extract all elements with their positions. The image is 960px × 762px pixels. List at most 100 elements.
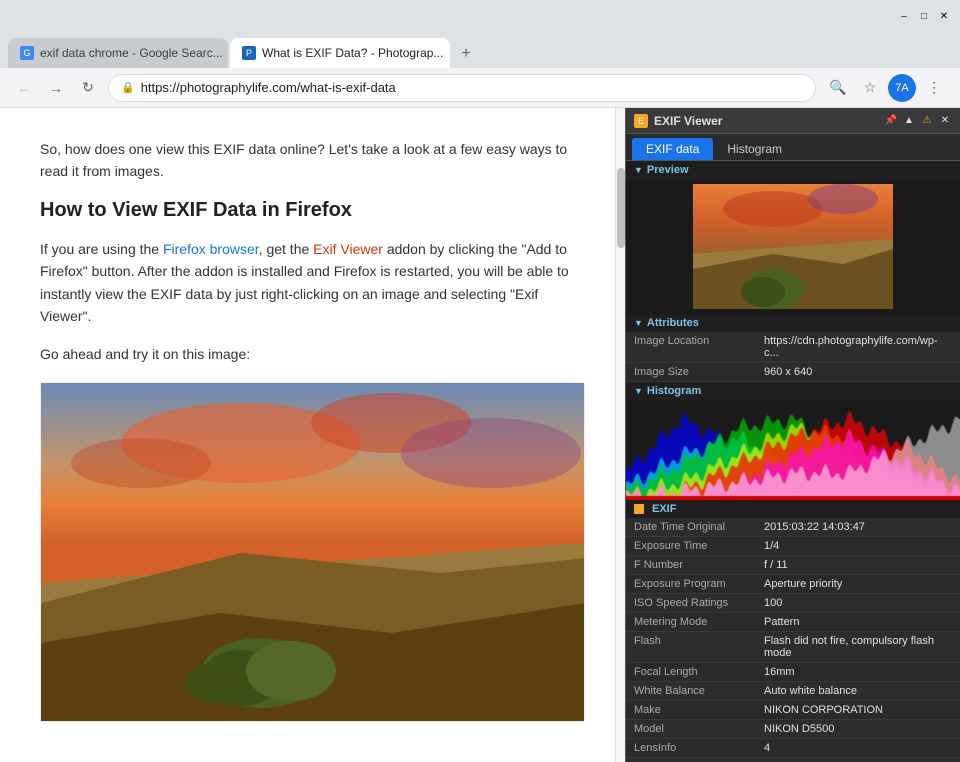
alert-icon: ⚠ [920,114,934,128]
preview-image [693,184,893,309]
tab-1[interactable]: G exif data chrome - Google Searc... ✕ [8,38,228,68]
exif-label-8: White Balance [634,685,764,697]
exif-value-5: Pattern [764,616,952,628]
exif-body[interactable]: ▼ Preview [626,161,960,762]
url-bar[interactable]: 🔒 https://photographylife.com/what-is-ex… [108,74,816,102]
exif-label: EXIF [652,503,676,515]
maximize-button[interactable]: □ [916,8,932,24]
exif-row-5: Metering ModePattern [626,613,960,632]
histogram-canvas [626,400,960,500]
exif-preview-area [626,179,960,314]
attributes-section-header[interactable]: ▼ Attributes [626,314,960,332]
star-icon[interactable]: ☆ [856,74,884,102]
scrollbar-track[interactable] [615,108,625,762]
histogram-label: Histogram [647,385,701,397]
preview-section-header[interactable]: ▼ Preview [626,161,960,179]
profile-icon[interactable]: 7A [888,74,916,102]
attributes-arrow: ▼ [634,318,643,328]
lock-icon: 🔒 [121,81,135,94]
exif-label-10: Model [634,723,764,735]
exif-title-controls: 📌 ▲ ⚠ ✕ [884,114,952,128]
exif-label-11: LensInfo [634,742,764,754]
exif-logo-icon: E [634,114,648,128]
back-button[interactable]: ← [12,76,36,100]
tab-2[interactable]: P What is EXIF Data? - Photograp... ✕ [230,38,450,68]
body-paragraph: If you are using the Firefox browser, ge… [40,238,575,328]
exif-label-3: Exposure Program [634,578,764,590]
main-heading: How to View EXIF Data in Firefox [40,199,575,222]
scrollbar-thumb[interactable] [617,168,625,248]
exif-label-5: Metering Mode [634,616,764,628]
menu-icon[interactable]: ⋮ [920,74,948,102]
attr-value-location: https://cdn.photographylife.com/wp-c... [764,335,952,359]
exif-label-0: Date Time Original [634,521,764,533]
exif-close-button[interactable]: ✕ [938,114,952,128]
exif-label-4: ISO Speed Ratings [634,597,764,609]
exif-value-2: f / 11 [764,559,952,571]
window-controls: – □ ✕ [896,8,952,24]
preview-svg [693,184,893,309]
exif-section-icon [634,504,644,514]
new-tab-button[interactable]: + [452,40,480,68]
attr-label-location: Image Location [634,335,764,359]
exif-label-7: Focal Length [634,666,764,678]
exif-viewer-link[interactable]: Exif Viewer [313,241,383,257]
close-button[interactable]: ✕ [936,8,952,24]
tab2-favicon: P [242,46,256,60]
landscape-svg [41,383,585,722]
exif-row-12: LensModel16.0-28.0 mm f/2.8 [626,758,960,762]
minimize-button[interactable]: – [896,8,912,24]
exif-value-6: Flash did not fire, compulsory flash mod… [764,635,952,659]
histogram-arrow: ▼ [634,386,643,396]
exif-row-6: FlashFlash did not fire, compulsory flas… [626,632,960,663]
exif-value-4: 100 [764,597,952,609]
body-part1: If you are using the [40,241,163,257]
exif-value-10: NIKON D5500 [764,723,952,735]
attributes-label: Attributes [647,317,699,329]
attr-value-size: 960 x 640 [764,366,952,378]
exif-row-1: Exposure Time1/4 [626,537,960,556]
search-icon[interactable]: 🔍 [824,74,852,102]
tab-exif-data[interactable]: EXIF data [632,138,713,160]
exif-label-9: Make [634,704,764,716]
title-bar: – □ ✕ [0,0,960,32]
landscape-image [41,383,584,721]
refresh-button[interactable]: ↻ [76,76,100,100]
attr-row-size: Image Size 960 x 640 [626,363,960,382]
histogram-section-header[interactable]: ▼ Histogram [626,382,960,400]
exif-value-1: 1/4 [764,540,952,552]
exif-row-8: White BalanceAuto white balance [626,682,960,701]
histogram-area [626,400,960,500]
forward-button[interactable]: → [44,76,68,100]
pin-button[interactable]: 📌 [884,114,898,128]
firefox-link[interactable]: Firefox browser [163,241,259,257]
exif-row-4: ISO Speed Ratings100 [626,594,960,613]
exif-label-6: Flash [634,635,764,659]
intro-paragraph: So, how does one view this EXIF data onl… [40,138,575,183]
tab1-label: exif data chrome - Google Searc... [40,46,223,60]
browser-content: So, how does one view this EXIF data onl… [0,108,960,762]
exif-row-3: Exposure ProgramAperture priority [626,575,960,594]
up-button[interactable]: ▲ [902,114,916,128]
exif-label-1: Exposure Time [634,540,764,552]
exif-row-9: MakeNIKON CORPORATION [626,701,960,720]
webpage: So, how does one view this EXIF data onl… [0,108,615,762]
exif-titlebar: E EXIF Viewer 📌 ▲ ⚠ ✕ [626,108,960,134]
go-ahead-text: Go ahead and try it on this image: [40,343,575,365]
exif-row-10: ModelNIKON D5500 [626,720,960,739]
exif-row-7: Focal Length16mm [626,663,960,682]
exif-value-0: 2015:03:22 14:03:47 [764,521,952,533]
exif-value-11: 4 [764,742,952,754]
exif-section-header[interactable]: EXIF [626,500,960,518]
exif-row-11: LensInfo4 [626,739,960,758]
url-text: https://photographylife.com/what-is-exif… [141,80,803,95]
body-part2: , get the [259,241,313,257]
toolbar-icons: 🔍 ☆ 7A ⋮ [824,74,948,102]
tab2-label: What is EXIF Data? - Photograp... [262,46,443,60]
exif-title: EXIF Viewer [654,114,878,128]
attr-label-size: Image Size [634,366,764,378]
exif-row-0: Date Time Original2015:03:22 14:03:47 [626,518,960,537]
attributes-rows: Image Location https://cdn.photographyli… [626,332,960,382]
tab-histogram[interactable]: Histogram [713,138,796,160]
attr-row-location: Image Location https://cdn.photographyli… [626,332,960,363]
